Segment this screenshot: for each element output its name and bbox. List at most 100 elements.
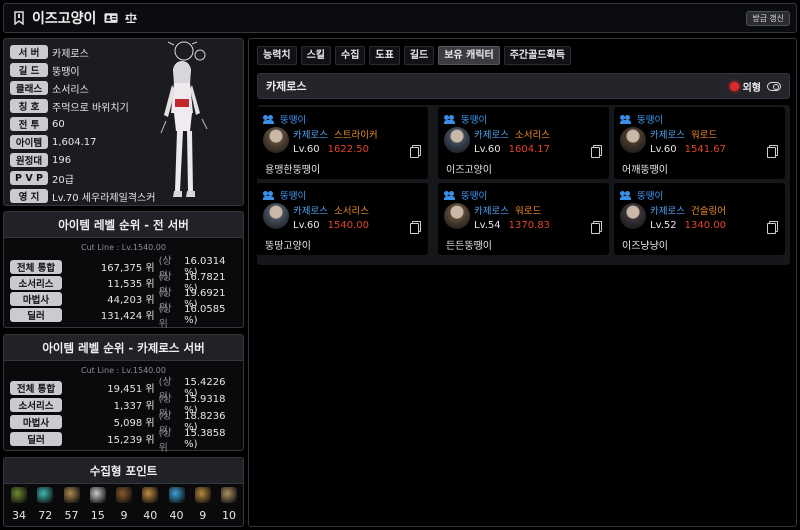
character-name-title: 이즈고양이	[32, 11, 97, 27]
copy-icon[interactable]	[591, 221, 602, 234]
card-server: 카제로스	[650, 206, 685, 217]
profile-value: 카제로스	[52, 48, 89, 60]
profile-label: 아이템	[10, 135, 48, 149]
collection-item[interactable]: 72	[34, 487, 56, 522]
collection-item[interactable]: 40	[166, 487, 188, 522]
rank-row: 딜러 131,424 위 (상위 16.0585 %)	[10, 304, 240, 330]
card-item-level: 1340.00	[684, 220, 726, 231]
toggle-icon[interactable]	[767, 82, 781, 91]
scale-icon[interactable]	[124, 11, 138, 25]
profile-row-guild: 길 드 뚱땡이	[10, 62, 80, 78]
orpheus-star-icon	[194, 487, 211, 503]
card-level: Lv.60	[474, 144, 501, 155]
collection-count: 40	[143, 509, 158, 522]
guild-members-icon	[263, 114, 275, 124]
profile-row-estate: 영 지 Lv.70 세우라제일격스커	[10, 188, 155, 204]
card-item-level: 1622.50	[327, 144, 369, 155]
copy-icon[interactable]	[410, 221, 421, 234]
character-card[interactable]: 뚱땡이 카제로스 소서리스 Lv.60 1540.00 뚱땅고양이	[257, 183, 428, 255]
rank-server-title: 아이템 레벨 순위 - 카제로스 서버	[4, 335, 243, 361]
bookmark-icon	[12, 11, 26, 25]
copy-icon[interactable]	[591, 145, 602, 158]
character-card[interactable]: 뚱땡이 카제로스 워로드 Lv.60 1541.67 어깨뚱땡이	[614, 107, 785, 179]
card-guild: 뚱땡이	[263, 112, 306, 126]
copy-icon[interactable]	[410, 145, 421, 158]
giant-heart-icon	[89, 487, 106, 503]
guild-members-icon	[263, 190, 275, 200]
card-class: 소서리스	[333, 206, 369, 217]
guild-members-icon	[620, 190, 632, 200]
profile-label: P V P	[10, 171, 48, 185]
appearance-indicator-icon	[729, 82, 739, 91]
card-class: 워로드	[514, 206, 542, 217]
collection-item[interactable]: 10	[218, 487, 240, 522]
profile-value: 196	[52, 154, 72, 166]
card-item-level: 1604.17	[508, 144, 550, 155]
rank-value: 5,098 위	[113, 418, 155, 429]
card-server-class: 카제로스 워로드	[650, 127, 717, 141]
cutline-text: Cut Line : Lv.1540.00	[81, 366, 166, 375]
id-card-icon[interactable]	[104, 11, 118, 25]
rank-value: 1,337 위	[113, 401, 155, 412]
card-guild: 뚱땡이	[620, 188, 663, 202]
card-level: Lv.52	[650, 220, 677, 231]
profile-label: 클래스	[10, 81, 48, 95]
card-level-row: Lv.60 1541.67	[650, 144, 726, 155]
card-server: 카제로스	[474, 206, 509, 217]
collection-item[interactable]: 9	[113, 487, 135, 522]
top-header: 이즈고양이 방금 갱신	[3, 3, 797, 33]
character-card[interactable]: 뚱땡이 카제로스 소서리스 Lv.60 1604.17 이즈고양이	[438, 107, 609, 179]
guild-members-icon	[620, 114, 632, 124]
card-item-level: 1370.83	[508, 220, 550, 231]
card-level-row: Lv.52 1340.00	[650, 220, 726, 231]
tab-3[interactable]: 도표	[369, 46, 400, 65]
character-list: 뚱땡이 카제로스 스트라이커 Lv.60 1622.50 용맹한뚱땡이 뚱땡이 카제로스 소서리…	[257, 105, 790, 265]
collection-item[interactable]: 40	[139, 487, 161, 522]
rank-value: 15,239 위	[107, 435, 155, 446]
tab-1[interactable]: 스킬	[300, 46, 332, 65]
profile-row-class: 클래스 소서리스	[10, 80, 89, 96]
refresh-button[interactable]: 방금 갱신	[746, 11, 790, 26]
profile-label: 칭 호	[10, 99, 48, 113]
card-level-row: Lv.60 1604.17	[474, 144, 550, 155]
rank-label: 마법사	[10, 291, 63, 306]
card-server-class: 카제로스 워로드	[474, 203, 541, 217]
copy-icon[interactable]	[767, 221, 778, 234]
orchestra-icon	[221, 487, 237, 503]
tab-4[interactable]: 길드	[403, 46, 435, 65]
tab-6[interactable]: 주간골드획득	[503, 46, 571, 65]
card-character-name: 용맹한뚱땡이	[265, 165, 321, 176]
card-class: 소서리스	[514, 130, 550, 141]
rank-percent: 16.0585 %)	[184, 303, 226, 326]
collection-item[interactable]: 34	[8, 487, 30, 522]
character-avatar	[263, 127, 289, 153]
card-level: Lv.60	[293, 220, 320, 231]
appearance-toggle[interactable]: 외형	[729, 79, 781, 94]
collection-count: 15	[90, 509, 105, 522]
character-card[interactable]: 뚱땡이 카제로스 건슬링어 Lv.52 1340.00 이즈냥냥이	[614, 183, 785, 255]
card-character-name: 뚱땅고양이	[265, 241, 311, 252]
card-guild: 뚱땡이	[444, 112, 487, 126]
profile-label: 영 지	[10, 189, 48, 203]
tab-0[interactable]: 능력치	[257, 46, 297, 65]
guild-name: 뚱땡이	[637, 191, 664, 202]
collection-item[interactable]: 15	[87, 487, 109, 522]
card-level-row: Lv.60 1622.50	[293, 144, 369, 155]
card-character-name: 어깨뚱땡이	[622, 165, 668, 176]
ignea-token-icon	[116, 487, 132, 503]
rank-value: 44,203 위	[107, 295, 155, 306]
world-tree-leaf-icon	[168, 487, 185, 503]
collection-item[interactable]: 9	[192, 487, 214, 522]
tab-2[interactable]: 수집	[335, 46, 366, 65]
collection-title: 수집형 포인트	[4, 458, 243, 484]
character-avatar	[620, 127, 646, 153]
character-card[interactable]: 뚱땡이 카제로스 스트라이커 Lv.60 1622.50 용맹한뚱땡이	[257, 107, 428, 179]
rank-label: 전체 통합	[10, 259, 63, 274]
copy-icon[interactable]	[767, 145, 778, 158]
rank-value: 19,451 위	[107, 384, 155, 395]
character-card[interactable]: 뚱땡이 카제로스 워로드 Lv.54 1370.83 든든뚱땡이	[438, 183, 609, 255]
profile-row-combat: 전 투 60	[10, 116, 65, 132]
card-server: 카제로스	[650, 130, 685, 141]
tab-5[interactable]: 보유 캐릭터	[438, 46, 500, 65]
collection-item[interactable]: 57	[61, 487, 83, 522]
